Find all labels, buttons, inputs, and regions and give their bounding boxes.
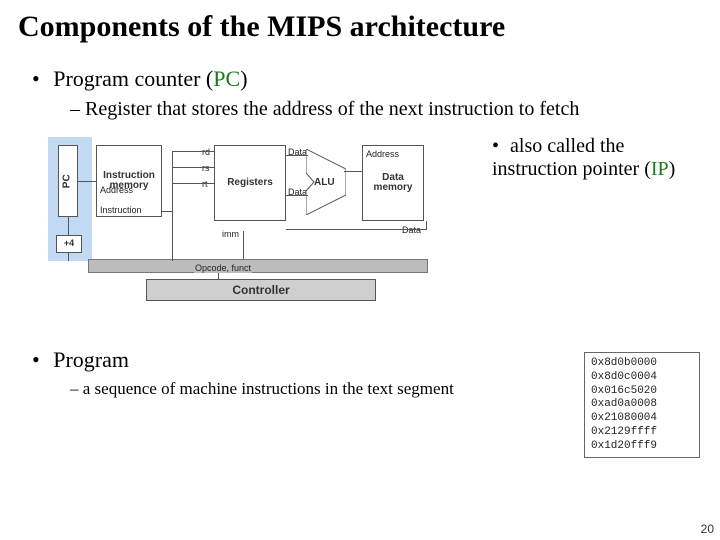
bullet-ip-note: • also called the instruction pointer (I… [492,135,678,181]
label-imm: imm [222,229,239,239]
block-registers: Registers [214,145,286,221]
label-dmem-address: Address [366,149,399,159]
wire [172,167,214,168]
wire [172,151,173,211]
bullet-pc-sub: – Register that stores the address of th… [70,98,702,121]
label-rd: rd [202,147,210,157]
label-dmem-data: Data [402,225,421,235]
wire [162,211,172,212]
ip-abbrev: IP [651,158,669,180]
wire [243,231,244,259]
instruction-bus [88,259,428,273]
wire [172,211,173,261]
bullet-dot: • [32,66,40,91]
ip-text-suffix: ) [669,158,676,180]
pc-text-prefix: Program counter ( [53,66,213,91]
bullet-dot: • [492,135,499,157]
label-rs: rs [202,163,210,173]
wire [286,155,308,156]
ip-text-prefix: also called the instruction pointer ( [492,135,651,180]
wire [286,195,308,196]
block-controller: Controller [146,279,376,301]
label-imem-instruction: Instruction [100,205,142,215]
label-alu: ALU [314,177,335,188]
wire [344,171,362,172]
wire [78,181,96,182]
label-rt: rt [202,179,208,189]
machine-code-listing: 0x8d0b0000 0x8d0c0004 0x016c5020 0xad0a0… [584,352,700,458]
architecture-diagram: PC +4 Instruction memory Address Instruc… [18,127,478,317]
wire [426,221,427,230]
bullet-dot: • [32,347,40,372]
wire [172,151,214,152]
wire [172,183,214,184]
block-plus4: +4 [56,235,82,253]
wire [286,229,426,230]
bullet-program-counter: • Program counter (PC) [32,66,702,92]
wire [218,273,219,280]
page-number: 20 [701,522,714,536]
side-note: • also called the instruction pointer (I… [478,127,678,181]
pc-abbrev: PC [213,66,240,91]
label-imem-address: Address [100,185,133,195]
block-pc: PC [58,145,78,217]
label-opcode: Opcode, funct [194,263,252,273]
slide-title: Components of the MIPS architecture [18,10,702,44]
wire [68,253,69,261]
pc-text-suffix: ) [240,66,247,91]
wire [68,217,69,235]
